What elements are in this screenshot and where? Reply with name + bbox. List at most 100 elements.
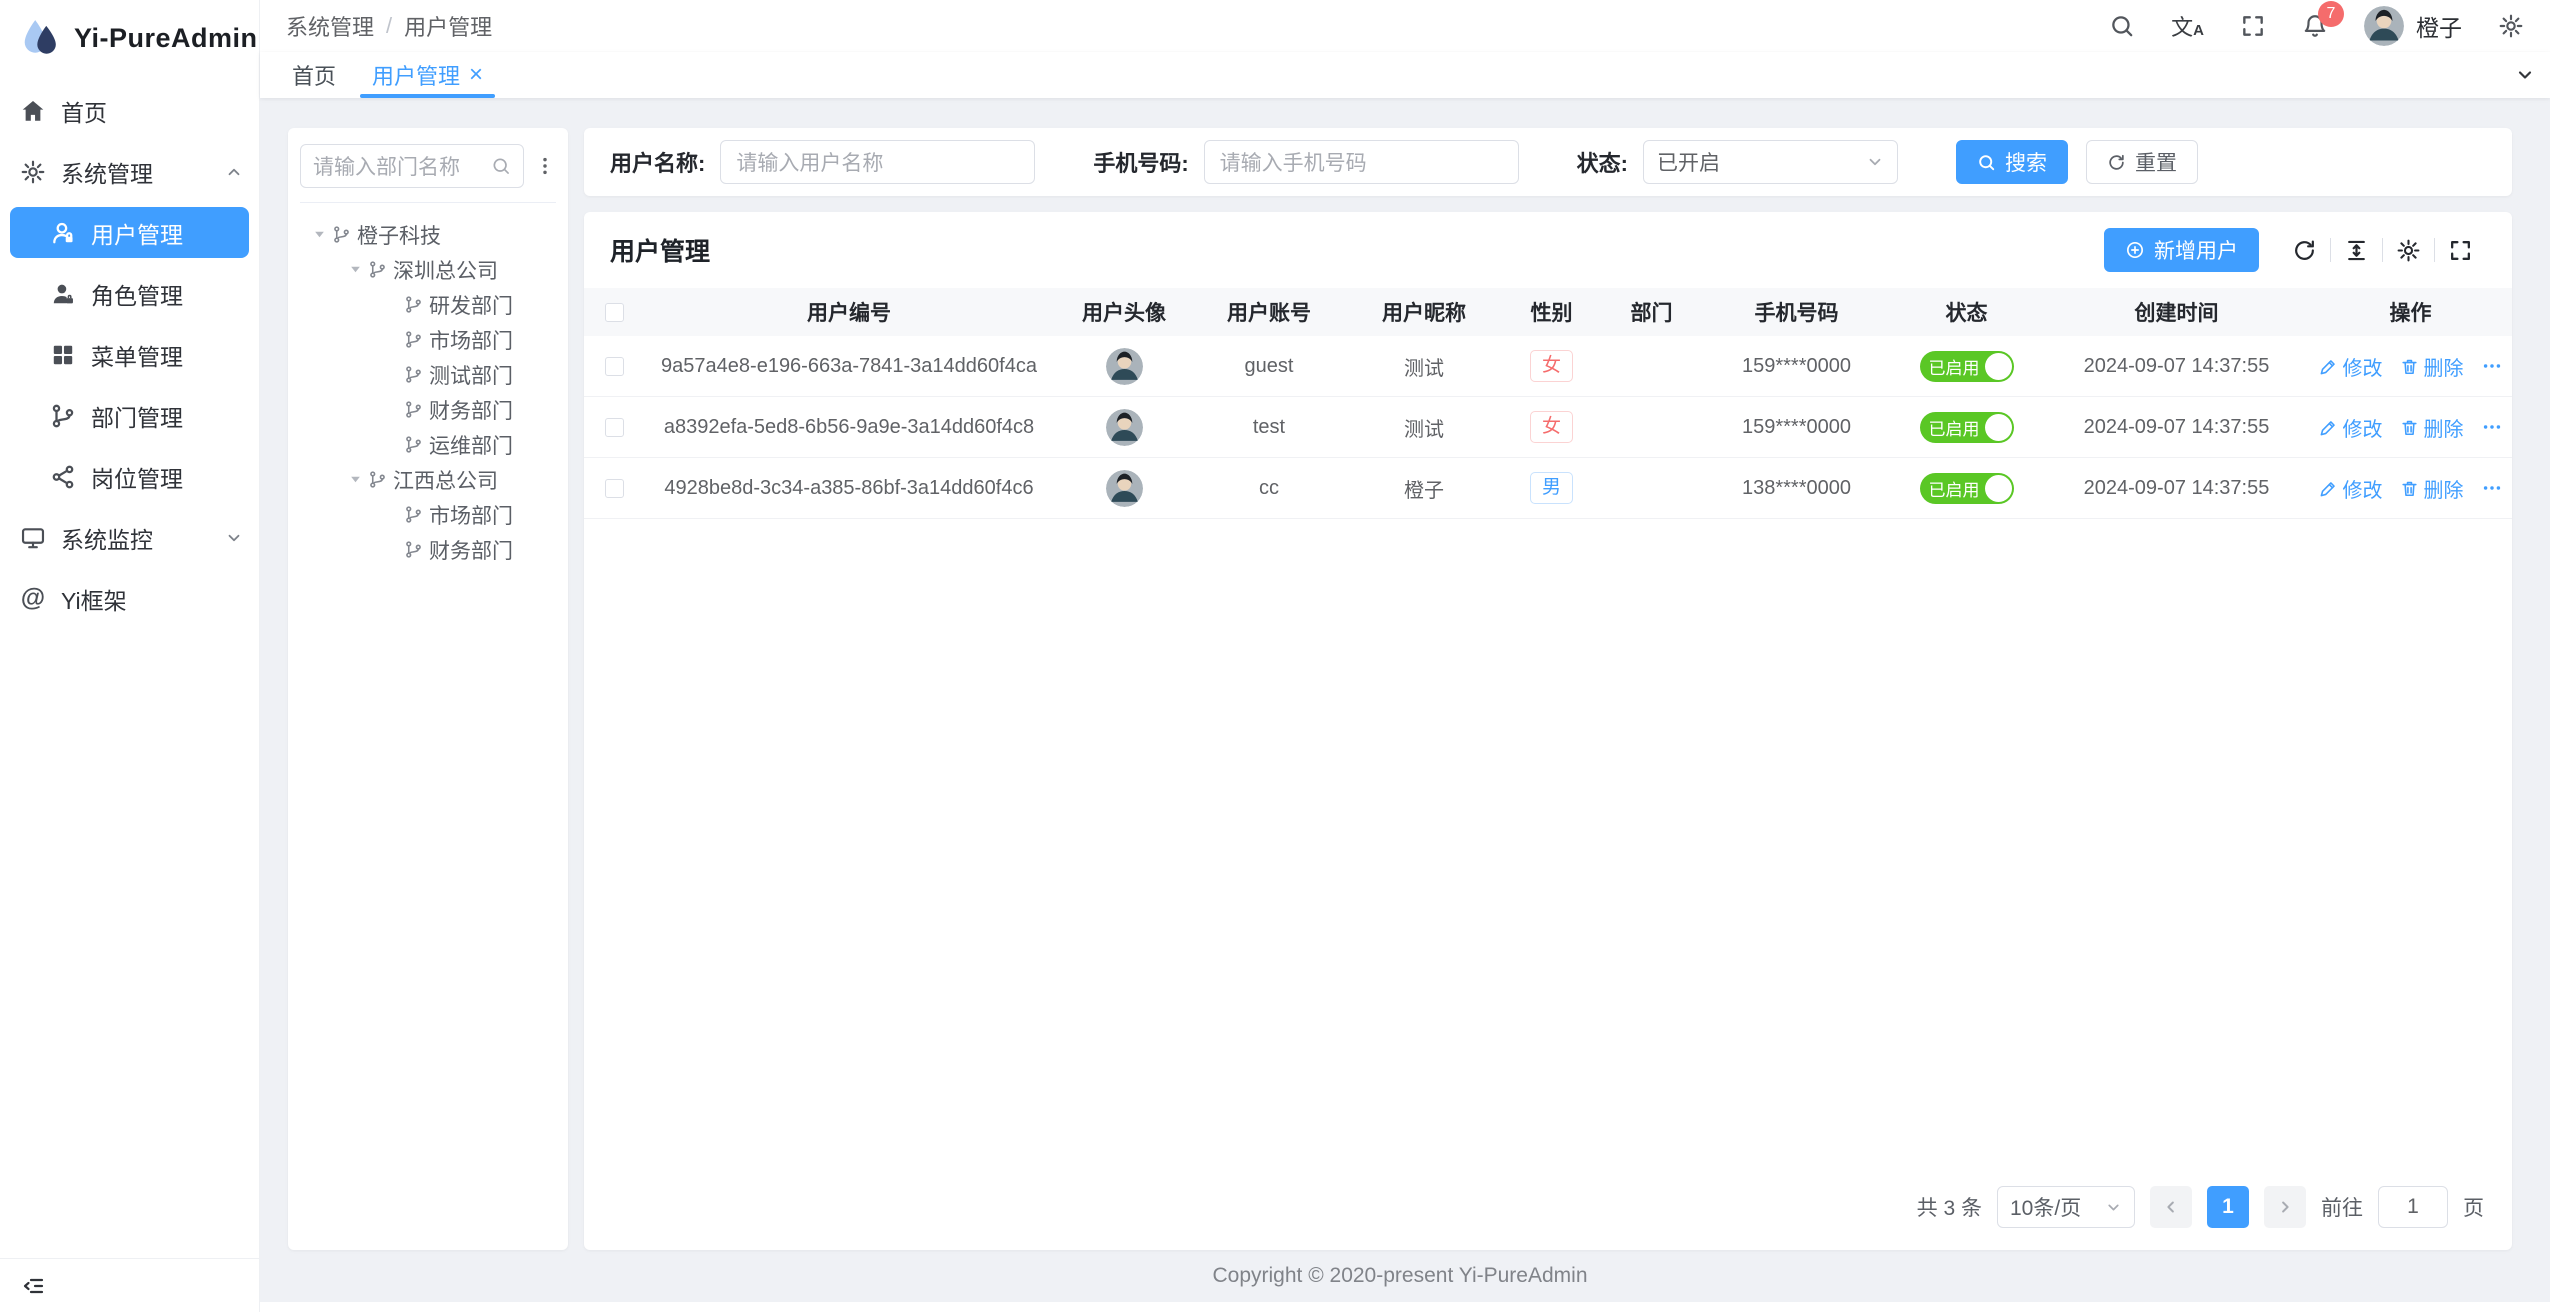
more-actions-icon[interactable]: [2481, 477, 2503, 499]
toggle-knob: [1985, 414, 2012, 441]
branch-icon: [404, 365, 426, 385]
branch-icon: [50, 403, 76, 429]
caret-spacer: [378, 298, 404, 312]
refresh-icon[interactable]: [2292, 238, 2317, 263]
tree-node[interactable]: 市场部门: [300, 497, 556, 532]
tab-users[interactable]: 用户管理 ×: [354, 52, 501, 98]
page-bottom-edge: [260, 1302, 2550, 1312]
row-checkbox[interactable]: [605, 479, 624, 498]
tree-node[interactable]: 财务部门: [300, 392, 556, 427]
name-filter-input[interactable]: 请输入用户名称: [720, 140, 1035, 184]
tree-node[interactable]: 橙子科技: [300, 217, 556, 252]
user-avatar[interactable]: [1106, 470, 1143, 507]
tree-node[interactable]: 测试部门: [300, 357, 556, 392]
status-label: 已启用: [1929, 354, 1980, 379]
branch-icon: [332, 225, 354, 245]
total-count: 共 3 条: [1917, 1192, 1982, 1222]
add-user-button[interactable]: 新增用户: [2104, 228, 2259, 272]
sidebar-item-system[interactable]: 系统管理: [0, 141, 259, 202]
user-nickname: 测试: [1344, 413, 1504, 442]
close-tab-icon[interactable]: ×: [469, 63, 483, 87]
kebab-menu-icon[interactable]: [534, 154, 556, 178]
sidebar-item-monitor[interactable]: 系统监控: [0, 507, 259, 568]
search-button[interactable]: 搜索: [1956, 140, 2068, 184]
logo[interactable]: Yi-PureAdmin: [0, 0, 259, 76]
user-phone: 159****0000: [1704, 355, 1889, 378]
fullscreen-icon[interactable]: [2240, 13, 2266, 39]
footer: Copyright © 2020-present Yi-PureAdmin: [288, 1250, 2512, 1302]
delete-button[interactable]: 删除: [2400, 474, 2464, 503]
page-size-select[interactable]: 10条/页: [1997, 1186, 2135, 1228]
user-avatar[interactable]: [1106, 409, 1143, 446]
sidebar-item-posts[interactable]: 岗位管理: [0, 446, 259, 507]
edit-button[interactable]: 修改: [2319, 474, 2383, 503]
table-fullscreen-icon[interactable]: [2448, 238, 2473, 263]
row-density-icon[interactable]: [2344, 238, 2369, 263]
tree-node[interactable]: 研发部门: [300, 287, 556, 322]
notifications-button[interactable]: 7: [2302, 13, 2328, 39]
status-toggle[interactable]: 已启用: [1920, 473, 2014, 504]
sidebar-item-departments[interactable]: 部门管理: [0, 385, 259, 446]
status-toggle[interactable]: 已启用: [1920, 412, 2014, 443]
more-actions-icon[interactable]: [2481, 416, 2503, 438]
row-checkbox[interactable]: [605, 357, 624, 376]
delete-button[interactable]: 删除: [2400, 352, 2464, 381]
breadcrumb-item[interactable]: 系统管理: [286, 10, 374, 42]
collapse-sidebar-icon[interactable]: [22, 1274, 46, 1298]
edit-button[interactable]: 修改: [2319, 413, 2383, 442]
sidebar-item-home[interactable]: 首页: [0, 80, 259, 141]
share-nodes-icon: [50, 464, 76, 490]
caret-down-icon[interactable]: [342, 263, 368, 277]
user-id: a8392efa-5ed8-6b56-9a9e-3a14dd60f4c8: [644, 416, 1054, 439]
tree-node[interactable]: 财务部门: [300, 532, 556, 567]
filter-bar: 用户名称: 请输入用户名称 手机号码: 请输入手机号码 状态: 已开启: [584, 128, 2512, 196]
select-all-checkbox[interactable]: [605, 303, 624, 322]
status-filter-select[interactable]: 已开启: [1643, 140, 1898, 184]
gear-icon[interactable]: [2498, 13, 2524, 39]
tree-node-label: 江西总公司: [393, 465, 498, 495]
table-row: 4928be8d-3c34-a385-86bf-3a14dd60f4c6 cc …: [584, 458, 2512, 519]
tab-overflow-button[interactable]: [2500, 52, 2550, 98]
search-icon: [1977, 153, 1996, 172]
status-toggle[interactable]: 已启用: [1920, 351, 2014, 382]
branch-icon: [404, 540, 426, 560]
tree-node[interactable]: 江西总公司: [300, 462, 556, 497]
translate-icon[interactable]: 文A: [2171, 10, 2204, 42]
reset-button[interactable]: 重置: [2086, 140, 2198, 184]
column-settings-icon[interactable]: [2396, 238, 2421, 263]
caret-down-icon[interactable]: [342, 473, 368, 487]
username: 橙子: [2416, 9, 2462, 43]
prev-page-button[interactable]: [2150, 1186, 2192, 1228]
sidebar-item-users[interactable]: 用户管理: [10, 207, 249, 258]
next-page-button[interactable]: [2264, 1186, 2306, 1228]
sidebar-item-roles[interactable]: 角色管理: [0, 263, 259, 324]
trash-icon: [2400, 418, 2419, 437]
tab-home[interactable]: 首页: [274, 52, 354, 98]
chevron-up-icon: [225, 163, 243, 181]
sidebar-item-yi-framework[interactable]: @ Yi框架: [0, 568, 259, 629]
table-header: 用户编号 用户头像 用户账号 用户昵称 性别 部门 手机号码 状态 创建时间 操…: [584, 288, 2512, 336]
app-window: Yi-PureAdmin 首页 系统管理 用户管理 角色管理 菜: [0, 0, 2550, 1312]
edit-button[interactable]: 修改: [2319, 352, 2383, 381]
chevron-down-icon: [225, 529, 243, 547]
goto-page-input[interactable]: 1: [2378, 1186, 2448, 1228]
tree-node[interactable]: 市场部门: [300, 322, 556, 357]
department-search-input[interactable]: 请输入部门名称: [300, 144, 524, 188]
sidebar-collapse-bar: [0, 1258, 259, 1312]
sidebar-item-menus[interactable]: 菜单管理: [0, 324, 259, 385]
more-actions-icon[interactable]: [2481, 355, 2503, 377]
user-menu[interactable]: 橙子: [2364, 6, 2462, 46]
phone-filter-input[interactable]: 请输入手机号码: [1204, 140, 1519, 184]
search-icon[interactable]: [2109, 13, 2135, 39]
row-checkbox[interactable]: [605, 418, 624, 437]
tree-node[interactable]: 深圳总公司: [300, 252, 556, 287]
current-page-button[interactable]: 1: [2207, 1186, 2249, 1228]
user-table-card: 用户管理 新增用户: [584, 212, 2512, 1250]
delete-button[interactable]: 删除: [2400, 413, 2464, 442]
toggle-knob: [1985, 353, 2012, 380]
tree-node[interactable]: 运维部门: [300, 427, 556, 462]
caret-down-icon[interactable]: [306, 228, 332, 242]
role-icon: [50, 281, 76, 307]
user-avatar[interactable]: [1106, 348, 1143, 385]
toggle-knob: [1985, 475, 2012, 502]
